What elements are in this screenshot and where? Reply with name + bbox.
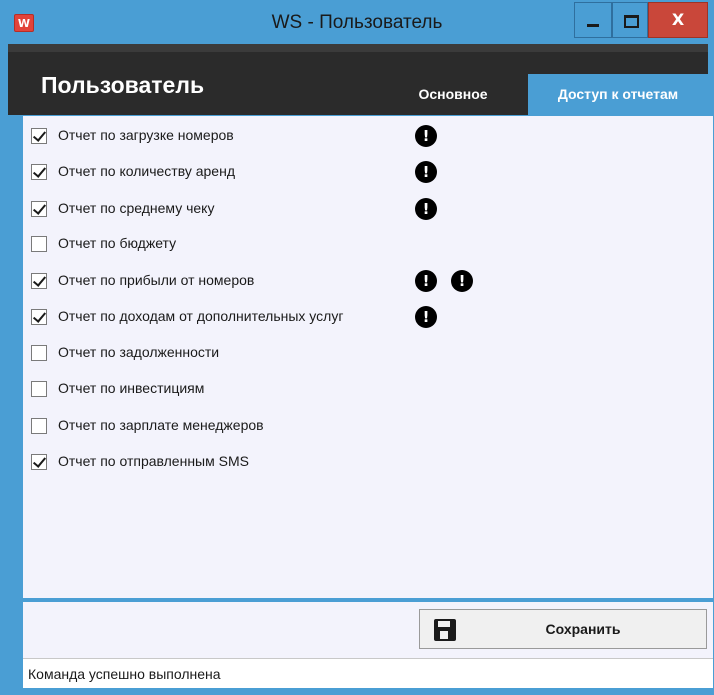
- report-row: Отчет по загрузке номеров!: [23, 125, 713, 149]
- warning-icon[interactable]: !: [415, 270, 437, 292]
- report-checkbox[interactable]: [31, 273, 47, 289]
- report-checkbox[interactable]: [31, 418, 47, 434]
- window: W WS - Пользователь X Пользователь Основ…: [0, 0, 714, 695]
- save-button-label: Сохранить: [545, 621, 621, 637]
- report-row: Отчет по бюджету: [23, 233, 713, 257]
- report-row: Отчет по задолженности: [23, 342, 713, 366]
- minimize-icon: [587, 24, 599, 27]
- report-label[interactable]: Отчет по задолженности: [58, 344, 219, 360]
- report-row: Отчет по среднему чеку!: [23, 198, 713, 222]
- report-row: Отчет по количеству аренд!: [23, 161, 713, 185]
- report-label[interactable]: Отчет по количеству аренд: [58, 163, 235, 179]
- report-label[interactable]: Отчет по прибыли от номеров: [58, 272, 254, 288]
- tab-report-access[interactable]: Доступ к отчетам: [528, 74, 708, 115]
- report-access-list: Отчет по загрузке номеров! Отчет по колич…: [23, 116, 713, 598]
- action-bar: Сохранить: [23, 602, 713, 658]
- page-title: Пользователь: [41, 72, 205, 98]
- page-header: Пользователь Основное Доступ к отчетам: [8, 44, 708, 115]
- maximize-icon: [624, 15, 639, 28]
- maximize-button[interactable]: [612, 2, 648, 38]
- warning-icon[interactable]: !: [415, 161, 437, 183]
- report-row: Отчет по инвестициям: [23, 378, 713, 402]
- warning-icon[interactable]: !: [415, 198, 437, 220]
- status-text: Команда успешно выполнена: [28, 666, 221, 682]
- report-row: Отчет по прибыли от номеров!!: [23, 270, 713, 294]
- close-icon: X: [671, 10, 685, 29]
- tab-main[interactable]: Основное: [398, 74, 508, 115]
- report-checkbox[interactable]: [31, 128, 47, 144]
- minimize-button[interactable]: [574, 2, 612, 38]
- report-checkbox[interactable]: [31, 381, 47, 397]
- report-row: Отчет по отправленным SMS: [23, 451, 713, 475]
- report-checkbox[interactable]: [31, 201, 47, 217]
- report-label[interactable]: Отчет по инвестициям: [58, 380, 204, 396]
- report-checkbox[interactable]: [31, 236, 47, 252]
- close-button[interactable]: X: [648, 2, 708, 38]
- status-bar: Команда успешно выполнена: [23, 658, 713, 688]
- report-row: Отчет по доходам от дополнительных услуг…: [23, 306, 713, 330]
- report-checkbox[interactable]: [31, 309, 47, 325]
- header-accent-strip: [8, 44, 708, 52]
- report-label[interactable]: Отчет по зарплате менеджеров: [58, 417, 264, 433]
- warning-icon[interactable]: !: [415, 125, 437, 147]
- title-bar[interactable]: W WS - Пользователь X: [0, 0, 714, 44]
- report-label[interactable]: Отчет по бюджету: [58, 235, 176, 251]
- report-checkbox[interactable]: [31, 454, 47, 470]
- report-checkbox[interactable]: [31, 345, 47, 361]
- report-checkbox[interactable]: [31, 164, 47, 180]
- report-label[interactable]: Отчет по отправленным SMS: [58, 453, 249, 469]
- report-label[interactable]: Отчет по загрузке номеров: [58, 127, 234, 143]
- warning-icon[interactable]: !: [451, 270, 473, 292]
- report-label[interactable]: Отчет по среднему чеку: [58, 200, 214, 216]
- save-button[interactable]: Сохранить: [419, 609, 707, 649]
- report-label[interactable]: Отчет по доходам от дополнительных услуг: [58, 308, 343, 324]
- report-row: Отчет по зарплате менеджеров: [23, 415, 713, 439]
- warning-icon[interactable]: !: [415, 306, 437, 328]
